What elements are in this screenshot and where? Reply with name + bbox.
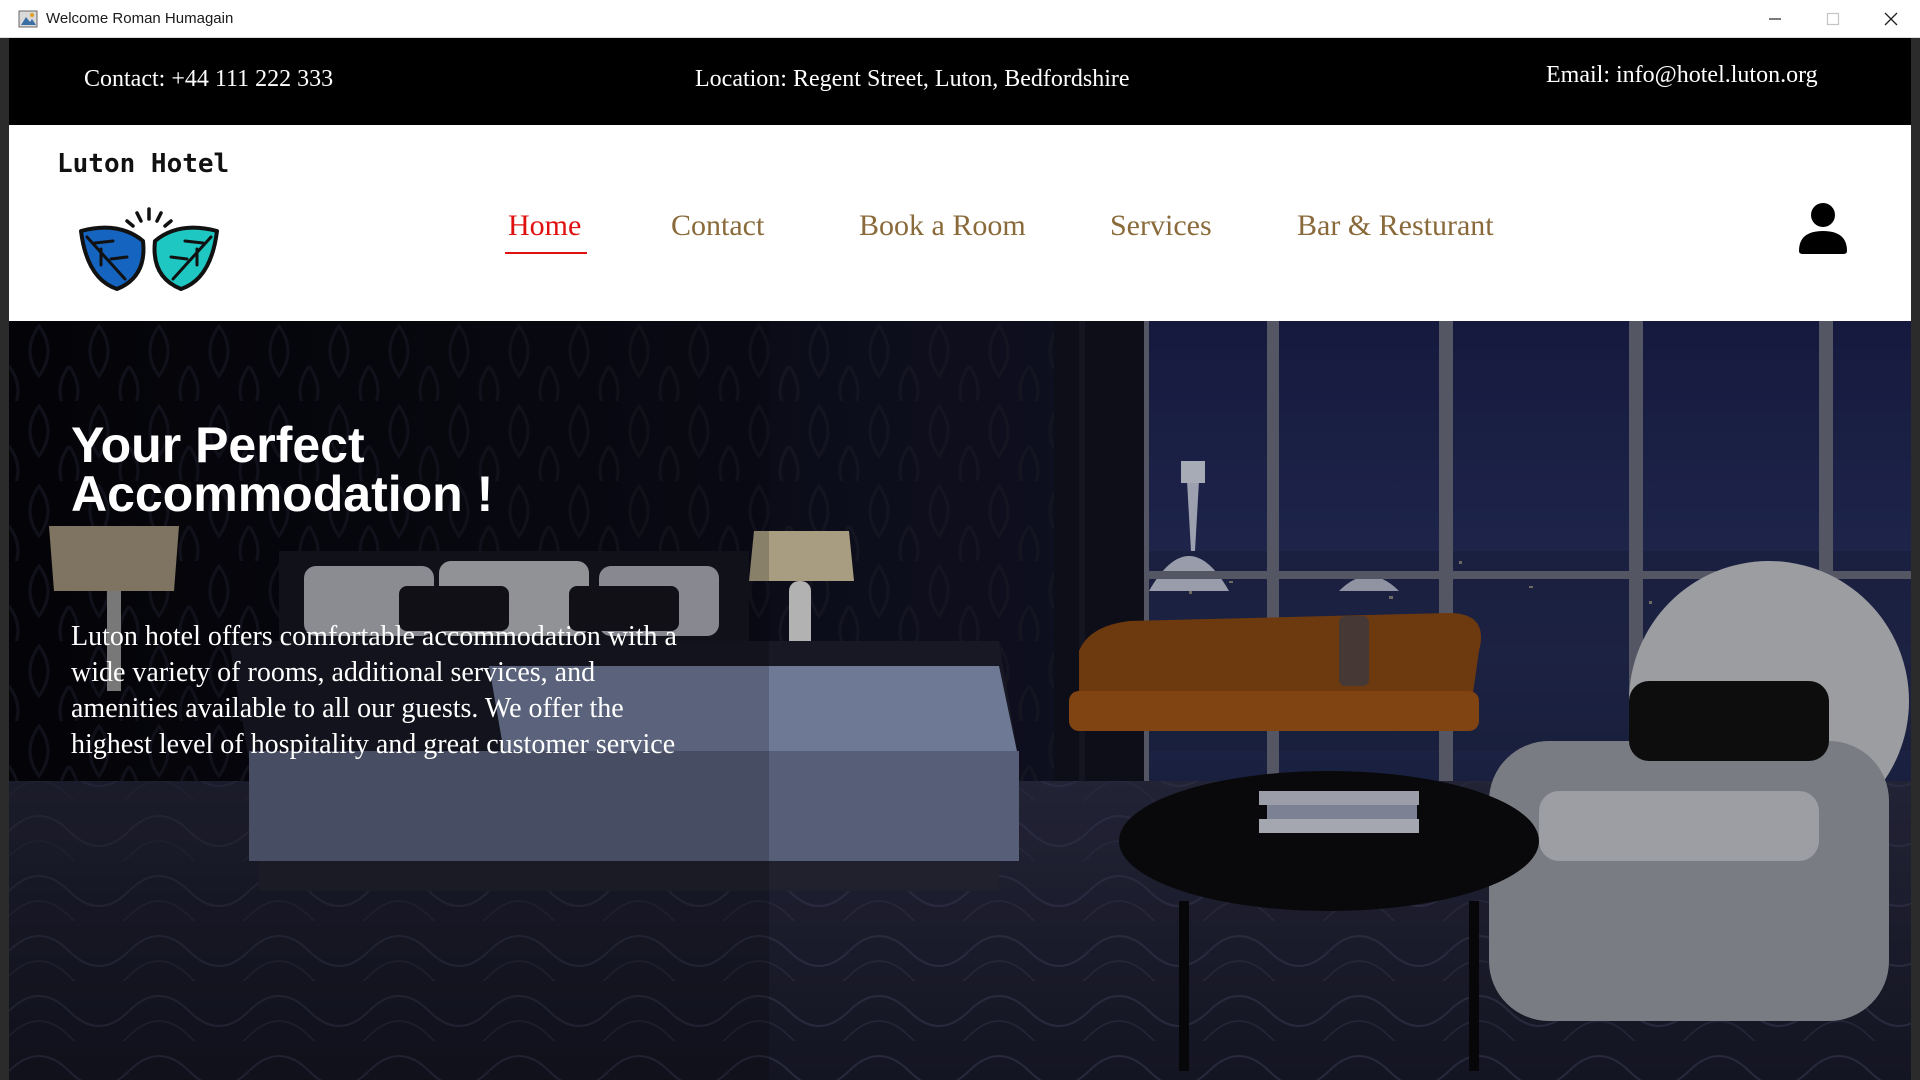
maximize-icon: [1826, 12, 1840, 26]
leaf-logo-icon[interactable]: [79, 205, 219, 297]
minimize-button[interactable]: [1746, 0, 1804, 38]
brand-name: Luton Hotel: [57, 149, 230, 179]
contact-location: Location: Regent Street, Luton, Bedfords…: [695, 66, 1130, 92]
nav-services[interactable]: Services: [1110, 209, 1212, 243]
contact-info-bar: Contact: +44 111 222 333 Location: Regen…: [9, 38, 1911, 125]
close-button[interactable]: [1862, 0, 1920, 38]
close-icon: [1884, 12, 1898, 26]
app-frame: Contact: +44 111 222 333 Location: Regen…: [9, 38, 1911, 1080]
nav-book-a-room[interactable]: Book a Room: [859, 209, 1026, 243]
hero-section: Your Perfect Accommodation ! Luton hotel…: [9, 321, 1911, 1080]
window-titlebar: Welcome Roman Humagain: [0, 0, 1920, 38]
hero-description: Luton hotel offers comfortable accommoda…: [71, 621, 677, 760]
nav-bar-restaurant[interactable]: Bar & Resturant: [1297, 209, 1494, 243]
hero-title-line1: Your Perfect: [71, 417, 365, 473]
header-navbar: Luton Hotel Home Contact Book a Room Ser…: [9, 125, 1911, 321]
window-controls: [1746, 0, 1920, 38]
user-icon[interactable]: [1795, 199, 1851, 255]
contact-email: Email: info@hotel.luton.org: [1546, 62, 1818, 88]
nav-active-underline: [505, 252, 587, 254]
maximize-button[interactable]: [1804, 0, 1862, 38]
hero-title-line2: Accommodation !: [71, 466, 494, 522]
hero-title: Your Perfect Accommodation !: [71, 417, 771, 522]
nav-home[interactable]: Home: [508, 209, 581, 243]
app-icon: [18, 10, 38, 27]
contact-phone: Contact: +44 111 222 333: [84, 66, 334, 92]
nav-contact[interactable]: Contact: [671, 209, 764, 243]
window-title: Welcome Roman Humagain: [46, 10, 234, 27]
minimize-icon: [1769, 18, 1781, 20]
